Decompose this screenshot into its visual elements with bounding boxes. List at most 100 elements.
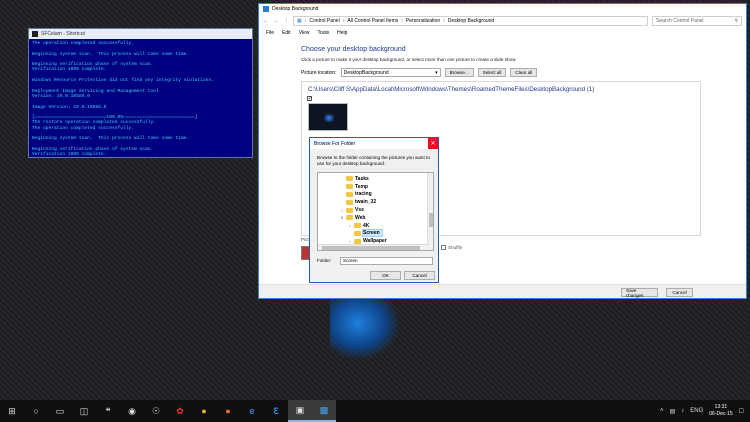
menu-item[interactable]: Help <box>337 30 347 36</box>
search-input[interactable]: Search Control Panel ⚲ <box>652 16 742 26</box>
network-icon[interactable]: ▤ <box>670 408 676 415</box>
firefox-icon[interactable]: ● <box>216 400 240 422</box>
tree-item-label: tracing <box>355 191 372 198</box>
breadcrumb-separator[interactable]: › <box>305 18 307 24</box>
menu-item[interactable]: Edit <box>282 30 291 36</box>
dialog-titlebar[interactable]: Browse For Folder ✕ <box>310 138 438 149</box>
chevron-down-icon[interactable]: ∨ <box>340 215 344 220</box>
console-window[interactable]: SFCelam - Shortcut The operation complet… <box>28 28 253 158</box>
settings-app-icon[interactable]: ◉ <box>120 400 144 422</box>
menu-item[interactable]: View <box>299 30 310 36</box>
console-titlebar[interactable]: SFCelam - Shortcut <box>29 29 252 39</box>
recycle-bin-icon[interactable]: ◫ <box>72 400 96 422</box>
tree-item[interactable]: › 4K <box>348 222 369 230</box>
chrome-icon[interactable]: ● <box>192 400 216 422</box>
search-icon: ⚲ <box>734 18 738 24</box>
folder-icon <box>346 176 353 182</box>
cancel-button[interactable]: Cancel <box>666 288 693 297</box>
menu-item[interactable]: Tools <box>317 30 329 36</box>
folder-input[interactable]: Screen <box>340 257 433 265</box>
task-view-icon[interactable]: ▭ <box>48 400 72 422</box>
clear-all-button[interactable]: Clear all <box>510 68 538 77</box>
folder-tree[interactable]: Tasks Temp tracing twain_32 › Vss ∨ Web › 4K Scree… <box>317 172 434 251</box>
breadcrumb-separator[interactable]: › <box>401 18 403 24</box>
console-title: SFCelam - Shortcut <box>41 31 85 37</box>
control-panel-task-icon[interactable]: ▩ <box>312 400 336 422</box>
control-panel-icon: ▦ <box>297 18 302 24</box>
edge-icon[interactable]: e <box>240 400 264 422</box>
tree-item-label: Vss <box>355 207 364 214</box>
tree-item[interactable]: › Vss <box>340 206 364 214</box>
ie-icon[interactable]: ℇ <box>264 400 288 422</box>
dialog-title: Browse For Folder <box>314 140 356 147</box>
console-icon <box>32 31 38 37</box>
console-task-icon[interactable]: ▣ <box>288 400 312 422</box>
select-all-button[interactable]: Select all <box>477 68 507 77</box>
save-changes-button[interactable]: Save changes <box>621 288 658 298</box>
tree-item-label: twain_32 <box>355 199 377 206</box>
window-titlebar[interactable]: Desktop Background <box>259 4 746 14</box>
picture-location-label: Picture location: <box>301 69 337 76</box>
picture-location-select[interactable]: DesktopBackground ▾ <box>340 68 441 77</box>
breadcrumb-item[interactable]: Control Panel <box>309 18 339 24</box>
chevron-right-icon[interactable]: › <box>340 208 344 213</box>
tree-item-label: 4K <box>363 222 370 229</box>
address-bar[interactable]: ▦ › Control Panel › All Control Panel Items ›… <box>293 16 648 26</box>
tree-item[interactable]: tracing <box>340 191 372 199</box>
up-arrow-icon[interactable]: ↑ <box>283 18 289 24</box>
clock[interactable]: 13:31 06-Dec-15 <box>709 404 732 418</box>
folder-icon <box>346 199 353 205</box>
breadcrumb-item[interactable]: All Control Panel Items <box>347 18 398 24</box>
picture-checkbox[interactable]: ✓ <box>307 96 312 102</box>
folder-icon <box>346 191 353 197</box>
clock-time: 13:31 <box>714 404 728 410</box>
vertical-scrollbar[interactable] <box>427 173 433 250</box>
folder-icon <box>354 223 361 229</box>
chevron-down-icon: ▾ <box>435 69 438 76</box>
console-line: Verification 100% complete. <box>32 152 107 157</box>
search-placeholder: Search Control Panel <box>656 18 704 24</box>
window-icon <box>263 6 269 12</box>
chevron-right-icon[interactable]: › <box>348 239 352 244</box>
chevron-right-icon[interactable]: › <box>348 223 352 228</box>
system-tray: ˄ ▤ ♪ ENG 13:31 06-Dec-15 ☐ <box>660 400 750 422</box>
tree-item[interactable]: twain_32 <box>340 198 376 206</box>
picture-thumbnail[interactable] <box>308 103 348 131</box>
window-footer: Save changes Cancel <box>259 284 746 298</box>
breadcrumb-item[interactable]: Desktop Background <box>448 18 494 24</box>
tree-item[interactable]: Screen <box>348 229 383 238</box>
tree-item-label: Wallpaper <box>363 238 387 245</box>
volume-icon[interactable]: ♪ <box>681 408 684 414</box>
breadcrumb-separator[interactable]: › <box>343 18 345 24</box>
browse-button[interactable]: Browse... <box>444 68 474 77</box>
notification-icon[interactable]: ☐ <box>739 408 744 415</box>
ok-button[interactable]: OK <box>370 271 401 280</box>
menu-item[interactable]: File <box>266 30 274 36</box>
close-icon[interactable]: ✕ <box>428 138 438 149</box>
back-arrow-icon[interactable]: ← <box>263 18 269 24</box>
tree-item[interactable]: Tasks <box>340 175 369 183</box>
tree-item[interactable]: Temp <box>340 183 368 191</box>
tree-item[interactable]: › Wallpaper <box>348 237 387 245</box>
address-row: ← → ↑ ▦ › Control Panel › All Control Panel … <box>259 14 746 28</box>
tree-item-label: Temp <box>355 183 368 190</box>
tree-item[interactable]: ∨ Web <box>340 214 366 222</box>
tree-item-label: Web <box>355 214 366 221</box>
red-app-icon[interactable]: ✿ <box>168 400 192 422</box>
language-indicator[interactable]: ENG <box>690 408 703 414</box>
picture-location-row: Picture location: DesktopBackground ▾ Br… <box>301 68 538 77</box>
start-icon[interactable]: ⊞ <box>0 400 24 422</box>
shuffle-label: Shuffle <box>448 245 463 250</box>
breadcrumb-separator[interactable]: › <box>443 18 445 24</box>
disk-app-icon[interactable]: ☉ <box>144 400 168 422</box>
shuffle-option[interactable]: Shuffle <box>441 245 462 250</box>
quote-app-icon[interactable]: ❝ <box>96 400 120 422</box>
breadcrumb-item[interactable]: Personalization <box>406 18 440 24</box>
picture-location-value: DesktopBackground <box>343 69 389 76</box>
shuffle-checkbox[interactable] <box>441 245 446 250</box>
dialog-cancel-button[interactable]: Cancel <box>404 271 435 280</box>
browse-folder-dialog[interactable]: Browse For Folder ✕ Browse to the folder… <box>309 137 439 283</box>
cortana-icon[interactable]: ○ <box>24 400 48 422</box>
forward-arrow-icon[interactable]: → <box>273 18 279 24</box>
chevron-up-icon[interactable]: ˄ <box>660 408 664 414</box>
